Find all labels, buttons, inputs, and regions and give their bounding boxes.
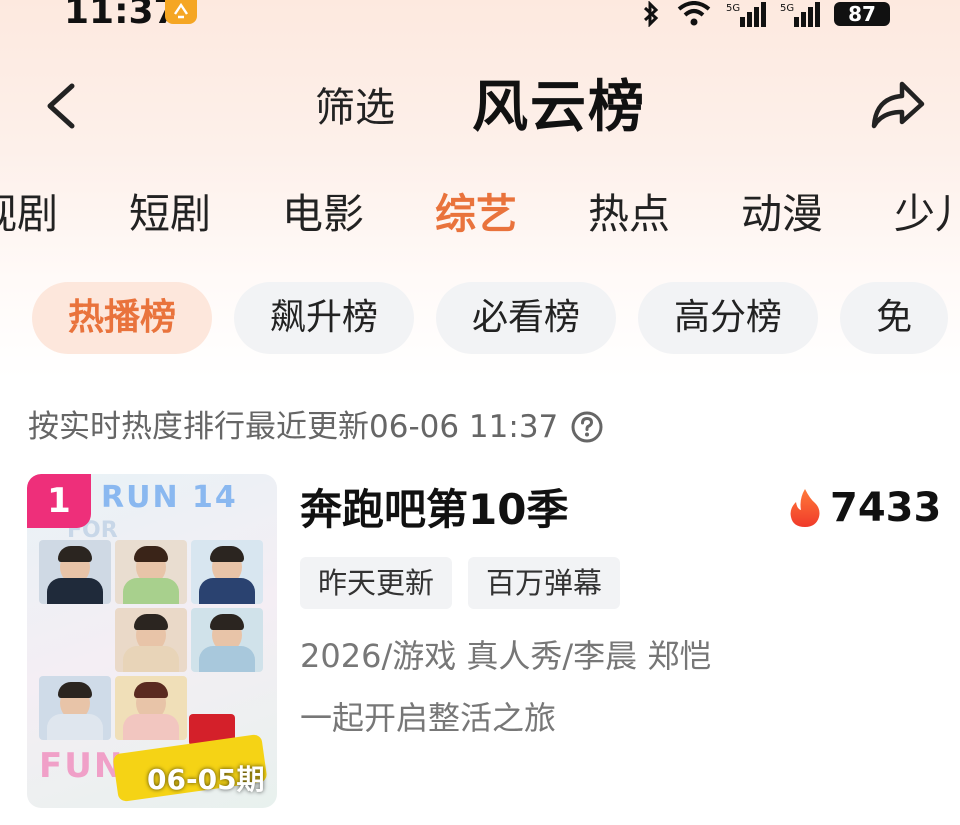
heat-score: 7433 xyxy=(788,480,941,536)
show-description: 一起开启整活之旅 xyxy=(300,699,557,737)
tab-anime[interactable]: 动漫 xyxy=(741,186,823,242)
tag-updated: 昨天更新 xyxy=(300,557,453,609)
svg-text:5G: 5G xyxy=(780,3,794,14)
heat-value: 7433 xyxy=(830,485,942,531)
cast-photo xyxy=(115,676,187,740)
signal-5g-icon: 5G xyxy=(780,2,820,27)
share-icon[interactable] xyxy=(866,76,928,134)
cast-photo xyxy=(115,608,187,672)
show-tags: 昨天更新 百万弹幕 xyxy=(300,557,621,609)
chevron-left-icon[interactable] xyxy=(38,78,88,134)
filter-button[interactable]: 筛选 xyxy=(315,80,395,136)
cast-photo xyxy=(39,676,111,740)
page-title: 风云榜 xyxy=(472,75,646,140)
category-tabs: 视剧 短剧 电影 综艺 热点 动漫 少儿 xyxy=(0,186,960,242)
wifi-icon xyxy=(677,1,711,26)
tab-short-drama[interactable]: 短剧 xyxy=(129,186,211,242)
bluetooth-icon xyxy=(643,1,659,27)
poster-graphic-text: FUN xyxy=(39,746,125,786)
chip-high-score[interactable]: 高分榜 xyxy=(638,282,819,354)
battery-indicator: 87 xyxy=(834,2,890,26)
chip-hot-play[interactable]: 热播榜 xyxy=(32,282,213,354)
app-notification-icon xyxy=(165,0,197,24)
show-poster[interactable]: RUN 14 FOR FUN 06-05期 1 xyxy=(27,474,277,808)
signal-5g-icon: 5G xyxy=(726,2,766,27)
flame-icon xyxy=(790,489,820,527)
tab-hot[interactable]: 热点 xyxy=(588,186,670,242)
ranking-info-text: 按实时热度排行最近更新06-06 11:37 xyxy=(28,409,559,445)
show-meta: 2026/游戏 真人秀/李晨 郑恺 xyxy=(300,637,712,675)
chip-must-watch[interactable]: 必看榜 xyxy=(436,282,617,354)
poster-graphic-text: RUN 14 xyxy=(101,480,238,515)
tab-variety[interactable]: 综艺 xyxy=(435,186,517,242)
tab-kids[interactable]: 少儿 xyxy=(894,186,960,242)
ranking-info: 按实时热度排行最近更新06-06 11:37 xyxy=(28,405,604,449)
status-indicators: 5G 5G 87 xyxy=(640,0,890,28)
tab-tv-drama[interactable]: 视剧 xyxy=(0,186,58,242)
chip-rising[interactable]: 飙升榜 xyxy=(234,282,415,354)
show-title[interactable]: 奔跑吧第10季 xyxy=(300,482,568,538)
rank-chips: 热播榜 飙升榜 必看榜 高分榜 免 xyxy=(32,282,949,354)
question-circle-icon[interactable] xyxy=(570,410,604,444)
cast-photo xyxy=(191,540,263,604)
svg-text:5G: 5G xyxy=(726,3,740,14)
chip-free[interactable]: 免 xyxy=(840,282,949,354)
episode-label: 06-05期 xyxy=(147,763,265,796)
tag-danmaku: 百万弹幕 xyxy=(468,557,621,609)
tab-movie[interactable]: 电影 xyxy=(282,186,364,242)
status-time: 11:37 xyxy=(64,0,179,32)
cast-photo xyxy=(115,540,187,604)
cast-photo xyxy=(191,608,263,672)
cast-photo xyxy=(39,540,111,604)
rank-badge: 1 xyxy=(27,474,91,528)
